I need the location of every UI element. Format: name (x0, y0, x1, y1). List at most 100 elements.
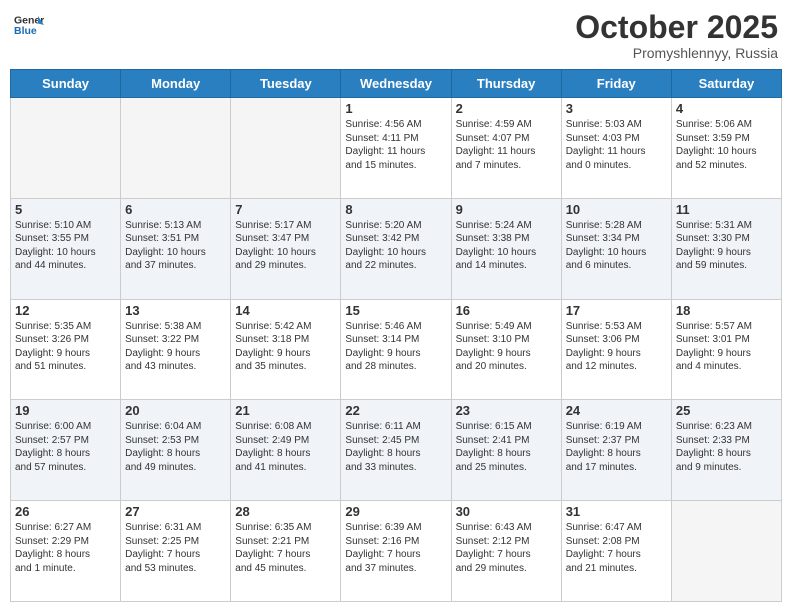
table-row: 24 Sunrise: 6:19 AM Sunset: 2:37 PM Dayli… (561, 400, 671, 501)
date-number: 10 (566, 202, 667, 217)
cell-info: Sunrise: 6:39 AM Sunset: 2:16 PM Dayligh… (345, 521, 446, 575)
logo: General Blue (14, 10, 44, 40)
table-row: 13 Sunrise: 5:38 AM Sunset: 3:22 PM Dayli… (121, 299, 231, 400)
table-row: 7Sunrise: 5:17 AM Sunset: 3:47 PM Daylig… (231, 198, 341, 299)
cell-info: Sunrise: 4:56 AM Sunset: 4:11 PM Dayligh… (345, 118, 446, 172)
cell-info: Sunrise: 5:17 AM Sunset: 3:47 PM Dayligh… (235, 219, 336, 273)
table-row: 19Sunrise: 6:00 AM Sunset: 2:57 PM Dayli… (11, 400, 121, 501)
cell-info: Sunrise: 5:24 AM Sunset: 3:38 PM Dayligh… (456, 219, 557, 273)
table-row (121, 98, 231, 199)
date-number: 26 (15, 504, 116, 519)
table-row: 10 Sunrise: 5:28 AM Sunset: 3:34 PM Dayli… (561, 198, 671, 299)
table-row (11, 98, 121, 199)
date-number: 23 (456, 403, 557, 418)
title-section: October 2025 Promyshlennyy, Russia (575, 10, 778, 61)
table-row: 3Sunrise: 5:03 AM Sunset: 4:03 PM Daylig… (561, 98, 671, 199)
date-number: 16 (456, 303, 557, 318)
location: Promyshlennyy, Russia (575, 45, 778, 61)
page: General Blue October 2025 Promyshlennyy,… (0, 0, 792, 612)
date-number: 29 (345, 504, 446, 519)
cell-info: Sunrise: 5:46 AM Sunset: 3:14 PM Dayligh… (345, 320, 446, 374)
date-number: 18 (676, 303, 777, 318)
table-row: 25 Sunrise: 6:23 AM Sunset: 2:33 PM Dayli… (671, 400, 781, 501)
col-tuesday: Tuesday (231, 70, 341, 98)
cell-info: Sunrise: 5:31 AM Sunset: 3:30 PM Dayligh… (676, 219, 777, 273)
cell-info: Sunrise: 5:10 AM Sunset: 3:55 PM Dayligh… (15, 219, 116, 273)
cell-info: Sunrise: 5:53 AM Sunset: 3:06 PM Dayligh… (566, 320, 667, 374)
date-number: 27 (125, 504, 226, 519)
table-row: 21 Sunrise: 6:08 AM Sunset: 2:49 PM Dayli… (231, 400, 341, 501)
cell-info: Sunrise: 6:15 AM Sunset: 2:41 PM Dayligh… (456, 420, 557, 474)
table-row: 31 Sunrise: 6:47 AM Sunset: 2:08 PM Dayli… (561, 501, 671, 602)
date-number: 20 (125, 403, 226, 418)
table-row: 4 Sunrise: 5:06 AM Sunset: 3:59 PM Daylig… (671, 98, 781, 199)
cell-info: Sunrise: 5:28 AM Sunset: 3:34 PM Dayligh… (566, 219, 667, 273)
date-number: 17 (566, 303, 667, 318)
table-row: 9 Sunrise: 5:24 AM Sunset: 3:38 PM Daylig… (451, 198, 561, 299)
table-row: 28Sunrise: 6:35 AM Sunset: 2:21 PM Dayli… (231, 501, 341, 602)
date-number: 13 (125, 303, 226, 318)
cell-info: Sunrise: 5:03 AM Sunset: 4:03 PM Dayligh… (566, 118, 667, 172)
cell-info: Sunrise: 5:57 AM Sunset: 3:01 PM Dayligh… (676, 320, 777, 374)
calendar-row-4: 26Sunrise: 6:27 AM Sunset: 2:29 PM Dayli… (11, 501, 782, 602)
date-number: 30 (456, 504, 557, 519)
table-row: 30 Sunrise: 6:43 AM Sunset: 2:12 PM Dayli… (451, 501, 561, 602)
cell-info: Sunrise: 6:43 AM Sunset: 2:12 PM Dayligh… (456, 521, 557, 575)
cell-info: Sunrise: 6:08 AM Sunset: 2:49 PM Dayligh… (235, 420, 336, 474)
cell-info: Sunrise: 5:06 AM Sunset: 3:59 PM Dayligh… (676, 118, 777, 172)
cell-info: Sunrise: 5:42 AM Sunset: 3:18 PM Dayligh… (235, 320, 336, 374)
cell-info: Sunrise: 6:11 AM Sunset: 2:45 PM Dayligh… (345, 420, 446, 474)
cell-info: Sunrise: 6:19 AM Sunset: 2:37 PM Dayligh… (566, 420, 667, 474)
col-wednesday: Wednesday (341, 70, 451, 98)
date-number: 21 (235, 403, 336, 418)
month-title: October 2025 (575, 10, 778, 45)
table-row: 2 Sunrise: 4:59 AM Sunset: 4:07 PM Daylig… (451, 98, 561, 199)
date-number: 9 (456, 202, 557, 217)
cell-info: Sunrise: 6:23 AM Sunset: 2:33 PM Dayligh… (676, 420, 777, 474)
calendar-row-3: 19Sunrise: 6:00 AM Sunset: 2:57 PM Dayli… (11, 400, 782, 501)
col-thursday: Thursday (451, 70, 561, 98)
table-row: 23 Sunrise: 6:15 AM Sunset: 2:41 PM Dayli… (451, 400, 561, 501)
calendar-row-2: 12Sunrise: 5:35 AM Sunset: 3:26 PM Dayli… (11, 299, 782, 400)
cell-info: Sunrise: 6:00 AM Sunset: 2:57 PM Dayligh… (15, 420, 116, 474)
table-row: 18 Sunrise: 5:57 AM Sunset: 3:01 PM Dayli… (671, 299, 781, 400)
table-row: 22Sunrise: 6:11 AM Sunset: 2:45 PM Dayli… (341, 400, 451, 501)
table-row: 16Sunrise: 5:49 AM Sunset: 3:10 PM Dayli… (451, 299, 561, 400)
date-number: 1 (345, 101, 446, 116)
header: General Blue October 2025 Promyshlennyy,… (10, 10, 782, 61)
date-number: 2 (456, 101, 557, 116)
table-row: 20 Sunrise: 6:04 AM Sunset: 2:53 PM Dayli… (121, 400, 231, 501)
date-number: 8 (345, 202, 446, 217)
table-row: 11Sunrise: 5:31 AM Sunset: 3:30 PM Dayli… (671, 198, 781, 299)
table-row (671, 501, 781, 602)
cell-info: Sunrise: 5:35 AM Sunset: 3:26 PM Dayligh… (15, 320, 116, 374)
cell-info: Sunrise: 6:35 AM Sunset: 2:21 PM Dayligh… (235, 521, 336, 575)
col-friday: Friday (561, 70, 671, 98)
calendar-row-0: 1 Sunrise: 4:56 AM Sunset: 4:11 PM Daylig… (11, 98, 782, 199)
table-row (231, 98, 341, 199)
table-row: 29 Sunrise: 6:39 AM Sunset: 2:16 PM Dayli… (341, 501, 451, 602)
logo-icon: General Blue (14, 10, 44, 40)
table-row: 17 Sunrise: 5:53 AM Sunset: 3:06 PM Dayli… (561, 299, 671, 400)
cell-info: Sunrise: 5:13 AM Sunset: 3:51 PM Dayligh… (125, 219, 226, 273)
date-number: 25 (676, 403, 777, 418)
table-row: 8 Sunrise: 5:20 AM Sunset: 3:42 PM Daylig… (341, 198, 451, 299)
cell-info: Sunrise: 5:38 AM Sunset: 3:22 PM Dayligh… (125, 320, 226, 374)
date-number: 24 (566, 403, 667, 418)
cell-info: Sunrise: 6:31 AM Sunset: 2:25 PM Dayligh… (125, 521, 226, 575)
col-monday: Monday (121, 70, 231, 98)
header-row: Sunday Monday Tuesday Wednesday Thursday… (11, 70, 782, 98)
table-row: 15Sunrise: 5:46 AM Sunset: 3:14 PM Dayli… (341, 299, 451, 400)
table-row: 6 Sunrise: 5:13 AM Sunset: 3:51 PM Daylig… (121, 198, 231, 299)
cell-info: Sunrise: 6:47 AM Sunset: 2:08 PM Dayligh… (566, 521, 667, 575)
date-number: 6 (125, 202, 226, 217)
table-row: 26Sunrise: 6:27 AM Sunset: 2:29 PM Dayli… (11, 501, 121, 602)
calendar-table: Sunday Monday Tuesday Wednesday Thursday… (10, 69, 782, 602)
svg-text:Blue: Blue (14, 25, 37, 37)
cell-info: Sunrise: 5:20 AM Sunset: 3:42 PM Dayligh… (345, 219, 446, 273)
calendar-row-1: 5Sunrise: 5:10 AM Sunset: 3:55 PM Daylig… (11, 198, 782, 299)
date-number: 31 (566, 504, 667, 519)
cell-info: Sunrise: 4:59 AM Sunset: 4:07 PM Dayligh… (456, 118, 557, 172)
date-number: 4 (676, 101, 777, 116)
cell-info: Sunrise: 6:04 AM Sunset: 2:53 PM Dayligh… (125, 420, 226, 474)
